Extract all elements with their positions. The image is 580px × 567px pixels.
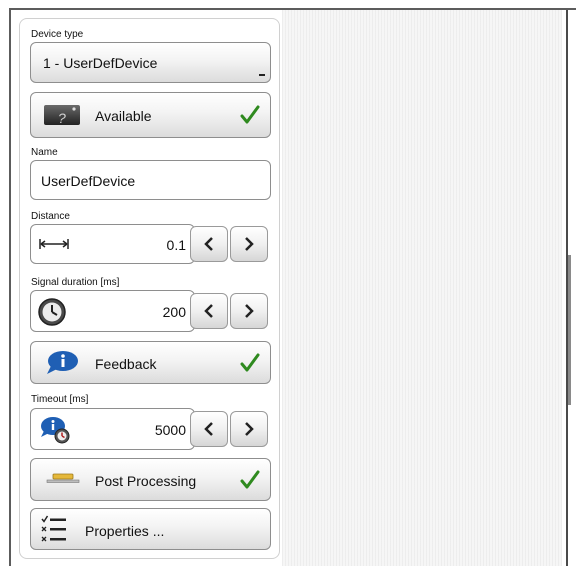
available-toggle[interactable]: ? Available — [30, 92, 271, 138]
distance-value: 0.1 — [166, 237, 186, 253]
timeout-value: 5000 — [154, 422, 186, 438]
chevron-left-icon — [204, 304, 213, 318]
post-processing-check-icon — [240, 470, 260, 489]
chevron-left-icon — [204, 237, 213, 251]
signal-duration-field[interactable]: 200 — [30, 290, 195, 332]
timeout-label: Timeout [ms] — [31, 394, 89, 405]
distance-label: Distance — [31, 211, 70, 222]
signal-duration-value: 200 — [162, 304, 186, 320]
available-check-icon — [240, 105, 260, 124]
clock-icon — [38, 298, 66, 326]
post-processing-toggle[interactable]: Post Processing — [30, 458, 271, 501]
available-label: Available — [95, 108, 152, 124]
signal-duration-decrement-button[interactable] — [190, 293, 228, 329]
device-type-dropdown[interactable]: 1 - UserDefDevice — [30, 42, 271, 83]
timeout-decrement-button[interactable] — [190, 411, 228, 447]
distance-decrement-button[interactable] — [190, 226, 228, 262]
timeout-field[interactable]: 5000 — [30, 408, 195, 450]
feedback-check-icon — [240, 353, 260, 372]
chevron-right-icon — [245, 237, 254, 251]
name-label: Name — [31, 147, 58, 158]
info-bubble-icon — [47, 351, 78, 374]
device-type-value: 1 - UserDefDevice — [43, 55, 158, 71]
signal-duration-label: Signal duration [ms] — [31, 277, 120, 288]
name-input[interactable]: UserDefDevice — [30, 160, 271, 200]
distance-field[interactable]: 0.1 — [30, 224, 195, 264]
content-area — [282, 10, 562, 566]
name-value: UserDefDevice — [41, 173, 136, 189]
device-type-label: Device type — [31, 29, 84, 40]
post-processing-icon — [46, 473, 80, 483]
properties-button[interactable]: Properties ... — [30, 508, 271, 550]
svg-text:?: ? — [58, 110, 66, 126]
feedback-label: Feedback — [95, 356, 157, 372]
scrollbar-thumb[interactable] — [568, 255, 571, 405]
timeout-increment-button[interactable] — [230, 411, 268, 447]
device-help-icon: ? — [44, 105, 80, 126]
distance-arrows-icon — [39, 239, 69, 249]
chevron-left-icon — [204, 422, 213, 436]
feedback-toggle[interactable]: Feedback — [30, 341, 271, 384]
chevron-right-icon — [245, 422, 254, 436]
properties-label: Properties ... — [85, 523, 165, 539]
info-clock-icon — [41, 417, 70, 444]
post-processing-label: Post Processing — [95, 473, 197, 489]
dropdown-corner-icon — [259, 74, 265, 76]
distance-increment-button[interactable] — [230, 226, 268, 262]
checklist-icon — [41, 515, 66, 542]
chevron-right-icon — [245, 304, 254, 318]
signal-duration-increment-button[interactable] — [230, 293, 268, 329]
